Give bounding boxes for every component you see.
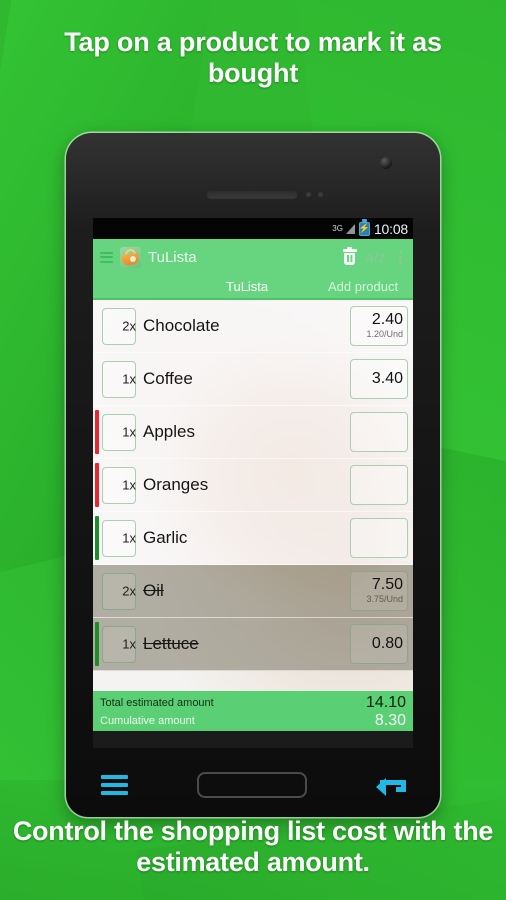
trash-icon (342, 247, 357, 265)
nav-home-icon[interactable] (196, 771, 307, 798)
totals-footer: Total estimated amount 14.10 Cumulative … (93, 691, 413, 731)
quantity-label: 1x (122, 477, 136, 493)
priority-flag (95, 410, 99, 454)
price-value: 0.80 (371, 634, 403, 652)
tab-tulista[interactable]: TuLista (226, 279, 268, 298)
phone-screen: 3G ⚡ 10:08 TuLista a/z TuLista Add produ… (93, 218, 413, 748)
price-box[interactable] (350, 412, 408, 452)
total-estimated-label: Total estimated amount (100, 697, 214, 709)
earpiece-speaker (207, 191, 297, 198)
quantity-label: 1x (122, 530, 136, 546)
price-box[interactable]: 3.40 (350, 359, 408, 399)
cumulative-label: Cumulative amount (100, 715, 195, 727)
quantity-label: 1x (122, 424, 136, 440)
status-clock: 10:08 (373, 220, 408, 237)
product-row[interactable]: 1x Garlic (93, 512, 413, 565)
priority-flag (95, 304, 99, 348)
quantity-box[interactable]: 1x (102, 360, 136, 398)
tab-add-product[interactable]: Add product (328, 279, 398, 298)
total-estimated-value: 14.10 (365, 694, 406, 711)
product-name: Coffee (143, 369, 193, 388)
price-box[interactable] (350, 518, 408, 558)
product-row[interactable]: 2x Chocolate 2.40 1.20/Und (93, 300, 413, 353)
quantity-box[interactable]: 1x (102, 625, 136, 663)
price-box[interactable]: 0.80 (350, 624, 408, 664)
unit-price-value: 3.75/Und (366, 594, 403, 604)
product-name: Lettuce (143, 634, 199, 653)
nav-back-icon[interactable] (375, 774, 406, 796)
phone-mockup: 3G ⚡ 10:08 TuLista a/z TuLista Add produ… (66, 133, 440, 817)
total-estimated-row: Total estimated amount 14.10 (100, 694, 406, 712)
signal-triangle-icon (345, 223, 355, 234)
product-row[interactable]: 1x Coffee 3.40 (93, 353, 413, 406)
product-name: Garlic (143, 528, 188, 547)
quantity-box[interactable]: 1x (102, 466, 136, 504)
quantity-box[interactable]: 2x (102, 307, 136, 345)
product-row[interactable]: 1x Apples (93, 406, 413, 459)
quantity-box[interactable]: 1x (102, 519, 136, 557)
priority-flag (95, 516, 99, 560)
overflow-menu-icon[interactable] (395, 250, 406, 264)
quantity-label: 1x (122, 371, 136, 387)
tulista-app-icon (120, 246, 141, 268)
cumulative-value: 8.30 (374, 712, 406, 729)
product-name: Oil (143, 581, 164, 600)
quantity-label: 2x (122, 583, 136, 599)
quantity-box[interactable]: 2x (102, 572, 136, 610)
product-row[interactable]: 1x Oranges (93, 459, 413, 512)
product-row[interactable]: 2x Oil 7.50 3.75/Und (93, 565, 413, 618)
top-caption: Tap on a product to mark it as bought (64, 27, 442, 89)
app-title: TuLista (148, 248, 197, 266)
priority-flag (95, 463, 99, 507)
price-value: 7.50 (371, 576, 403, 594)
nav-menu-icon[interactable] (100, 774, 128, 795)
price-box[interactable] (350, 465, 408, 505)
price-value: 2.40 (371, 311, 403, 329)
priority-flag (95, 357, 99, 401)
front-camera-icon (380, 157, 392, 169)
system-navigation-bar (66, 752, 440, 817)
product-row[interactable]: 1x Lettuce 0.80 (93, 618, 413, 671)
quantity-label: 2x (122, 318, 136, 334)
quantity-box[interactable]: 1x (102, 413, 136, 451)
cumulative-row: Cumulative amount 8.30 (100, 712, 406, 730)
product-name: Chocolate (143, 316, 220, 335)
product-list[interactable]: 2x Chocolate 2.40 1.20/Und 1x Coffee 3.40 1x App… (93, 300, 413, 691)
product-name: Apples (143, 422, 195, 441)
status-bar: 3G ⚡ 10:08 (93, 218, 413, 239)
price-value: 3.40 (371, 369, 403, 387)
tab-bar: TuLista Add product (93, 275, 413, 300)
delete-button[interactable] (342, 247, 357, 265)
hamburger-menu-icon[interactable] (100, 251, 113, 263)
battery-charging-icon: ⚡ (359, 219, 370, 236)
unit-price-value: 1.20/Und (366, 329, 403, 339)
quantity-label: 1x (122, 636, 136, 652)
proximity-sensor-icon (306, 192, 311, 197)
app-bar: TuLista a/z (93, 239, 413, 275)
light-sensor-icon (318, 192, 323, 197)
sort-button[interactable]: a/z (364, 249, 388, 265)
screenshot-stage: Tap on a product to mark it as bought 3G… (0, 0, 506, 900)
network-type-label: 3G (332, 223, 343, 233)
bottom-caption: Control the shopping list cost with the … (12, 816, 494, 878)
product-name: Oranges (143, 475, 209, 494)
price-box[interactable]: 7.50 3.75/Und (350, 571, 408, 611)
phone-top-bezel (66, 133, 440, 215)
priority-flag (95, 622, 99, 666)
price-box[interactable]: 2.40 1.20/Und (350, 306, 408, 346)
priority-flag (95, 569, 99, 613)
